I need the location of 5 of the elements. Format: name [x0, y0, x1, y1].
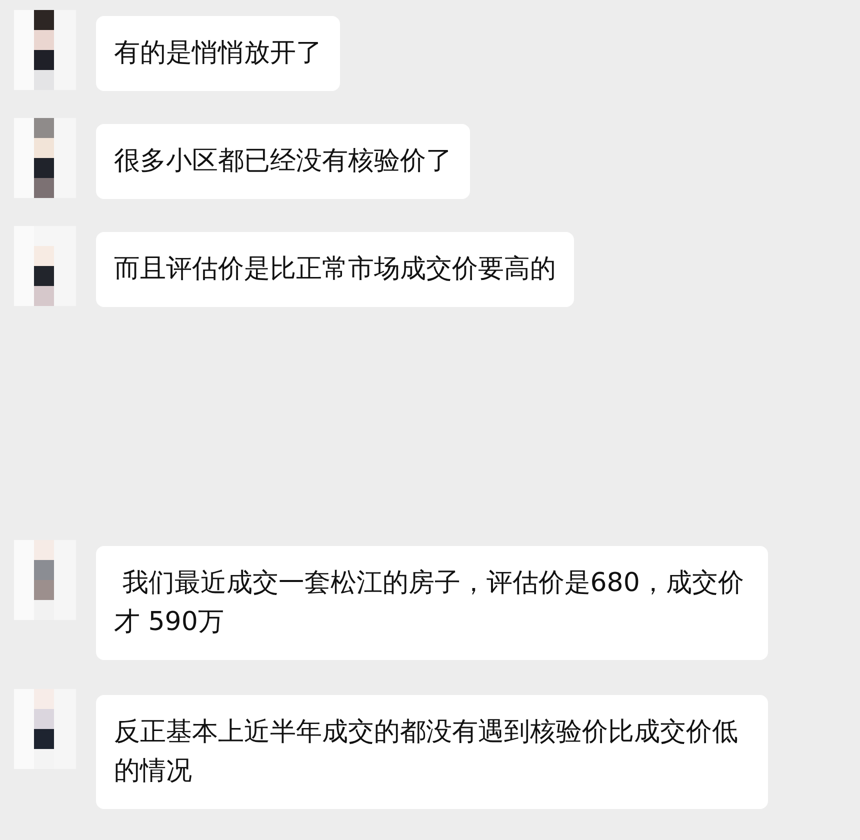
message-bubble: 很多小区都已经没有核验价了	[96, 124, 470, 199]
message-bubble: 有的是悄悄放开了	[96, 16, 340, 91]
message-bubble: 而且评估价是比正常市场成交价要高的	[96, 232, 574, 307]
message-bubble: 我们最近成交一套松江的房子，评估价是680，成交价才 590万	[96, 546, 768, 660]
message-bubble: 反正基本上近半年成交的都没有遇到核验价比成交价低的情况	[96, 695, 768, 809]
